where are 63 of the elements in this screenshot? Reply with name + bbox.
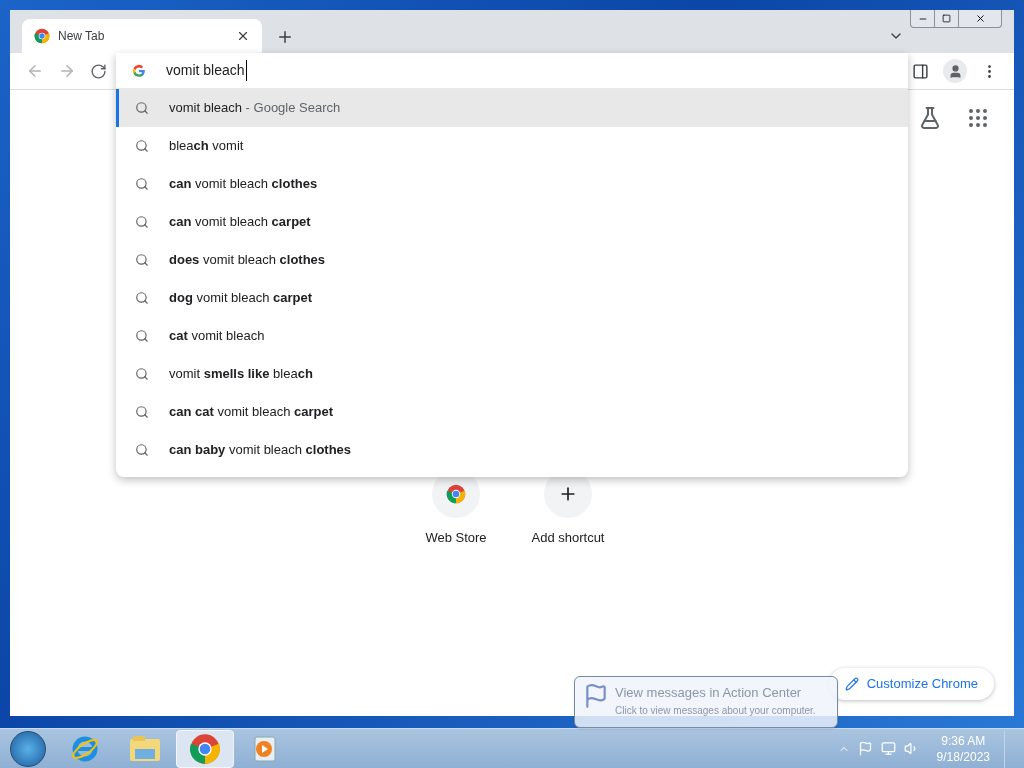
search-icon (135, 215, 149, 229)
search-icon (135, 139, 149, 153)
search-icon (135, 329, 149, 343)
suggestion-text: vomit bleach - Google Search (169, 99, 341, 118)
close-icon[interactable] (236, 29, 250, 43)
side-panel-icon[interactable] (912, 62, 929, 80)
suggestion-text: cat vomit bleach (169, 327, 265, 346)
suggestion-item[interactable]: dog vomit bleach carpet (116, 279, 908, 317)
maximize-icon (942, 14, 951, 23)
search-icon (135, 367, 149, 381)
chrome-logo-icon (189, 732, 221, 765)
suggestion-item[interactable]: vomit bleach - Google Search (116, 89, 908, 127)
suggestion-text: can vomit bleach clothes (169, 175, 318, 194)
folder-icon (129, 734, 161, 763)
clock-time: 9:36 AM (941, 732, 986, 749)
suggestion-item[interactable]: can vomit bleach clothes (116, 165, 908, 203)
flag-icon (583, 683, 609, 709)
notification-title: View messages in Action Center (615, 684, 803, 702)
network-icon[interactable] (880, 741, 896, 756)
tab-title: New Tab (58, 28, 106, 45)
suggestion-text: can vomit bleach carpet (169, 213, 311, 232)
apps-grid-icon[interactable] (966, 106, 990, 130)
suggestion-item[interactable]: can cat vomit bleach carpet (116, 393, 908, 431)
suggestion-item[interactable]: can baby vomit bleach clothes (116, 431, 908, 469)
suggestion-text: vomit smells like bleach (169, 365, 313, 384)
suggestion-text: does vomit bleach clothes (169, 251, 326, 270)
start-button[interactable] (10, 730, 46, 767)
search-icon (135, 177, 149, 191)
google-g-icon (132, 63, 146, 78)
taskbar-app[interactable] (176, 729, 234, 768)
flag-icon[interactable] (857, 741, 873, 756)
search-icon (135, 405, 149, 419)
flask-icon[interactable] (918, 106, 942, 130)
suggestion-text: can baby vomit bleach clothes (169, 441, 352, 460)
new-tab-icon[interactable] (276, 28, 294, 46)
suggestion-item[interactable]: bleach vomit (116, 127, 908, 165)
suggestion-text: dog vomit bleach carpet (169, 289, 313, 308)
shortcut-label: Add shortcut (531, 529, 605, 547)
forward-icon[interactable] (58, 62, 76, 80)
media-player-icon (252, 734, 278, 763)
search-icon (135, 253, 149, 267)
suggestion-text: can cat vomit bleach carpet (169, 403, 334, 422)
search-icon (135, 443, 149, 457)
reload-icon[interactable] (90, 62, 107, 80)
suggestion-item[interactable]: can vomit bleach carpet (116, 203, 908, 241)
search-icon (135, 101, 149, 115)
search-icon (135, 291, 149, 305)
shortcut-label: Web Store (425, 529, 487, 547)
suggestion-item[interactable]: does vomit bleach clothes (116, 241, 908, 279)
clock-date: 9/18/2023 (936, 748, 990, 765)
profile-button[interactable] (943, 59, 967, 83)
suggestion-item[interactable]: vomit smells like bleach (116, 355, 908, 393)
chrome-logo-icon (34, 28, 50, 44)
suggestion-text: bleach vomit (169, 137, 244, 156)
browser-tab[interactable]: New Tab (22, 19, 262, 53)
chrome-logo-icon (446, 484, 466, 504)
pencil-icon (844, 677, 859, 691)
notification-message: Click to view messages about your computer. (615, 703, 816, 718)
close-icon (974, 13, 986, 24)
suggestion-item[interactable]: cat vomit bleach (116, 317, 908, 355)
person-icon (947, 63, 963, 79)
back-icon[interactable] (26, 62, 44, 80)
address-input-text: vomit bleach (166, 60, 247, 81)
